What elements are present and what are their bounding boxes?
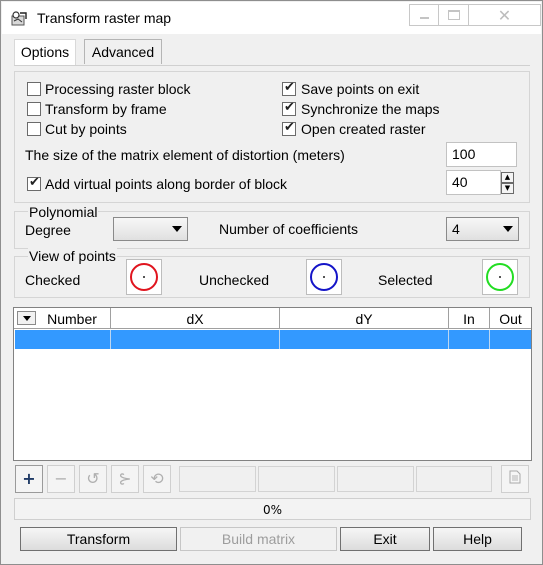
maximize-icon: [448, 10, 460, 20]
degree-select[interactable]: [113, 217, 188, 241]
chevron-down-icon: [23, 316, 31, 321]
selected-label: Selected: [378, 272, 433, 288]
transform-button[interactable]: Transform: [20, 527, 177, 551]
coord-field-1: [179, 466, 256, 492]
build-matrix-button[interactable]: Build matrix: [180, 527, 337, 551]
unchecked-label: Unchecked: [199, 272, 270, 288]
column-number-label: Number: [47, 311, 97, 327]
help-button[interactable]: Help: [433, 527, 522, 551]
open-raster-checkbox[interactable]: ✔: [282, 120, 296, 136]
point-center: [323, 276, 325, 278]
column-dy[interactable]: dY: [280, 308, 449, 329]
virtual-points-checkbox[interactable]: ✔: [27, 175, 41, 191]
synchronize-maps-checkbox[interactable]: ✔: [282, 100, 296, 116]
table-cell: [111, 330, 280, 349]
coefficients-select[interactable]: 4: [446, 217, 519, 241]
document-icon: [509, 470, 521, 484]
chevron-down-icon: [172, 226, 182, 232]
transform-by-frame-checkbox[interactable]: [27, 102, 41, 116]
points-table[interactable]: Number dX dY In Out: [13, 307, 532, 461]
progress-label: 0%: [262, 503, 283, 517]
table-row[interactable]: [15, 330, 531, 349]
add-point-button[interactable]: +: [15, 465, 43, 493]
open-raster-label: Open created raster: [301, 121, 426, 137]
coefficients-value: 4: [452, 221, 460, 237]
unchecked-point-style[interactable]: [306, 259, 342, 295]
checked-point-style[interactable]: [126, 259, 162, 295]
save-points-label: Save points on exit: [301, 81, 420, 97]
checked-label: Checked: [25, 272, 81, 288]
checkmark-icon: ✔: [284, 120, 295, 135]
minimize-button[interactable]: [409, 4, 438, 26]
column-out[interactable]: Out: [490, 308, 531, 329]
maximize-button[interactable]: [438, 4, 468, 26]
chevron-down-icon: [503, 226, 513, 232]
minimize-icon: [420, 17, 429, 19]
progress-bar: 0%: [14, 498, 531, 520]
coefficients-label: Number of coefficients: [219, 221, 359, 237]
close-icon: ✕: [497, 6, 512, 25]
virtual-points-input[interactable]: 40: [446, 170, 501, 195]
transform-by-frame-label: Transform by frame: [45, 101, 167, 117]
document-button[interactable]: [501, 465, 529, 493]
table-header: Number dX dY In Out: [14, 308, 531, 329]
synchronize-maps-label: Synchronize the maps: [301, 101, 440, 117]
processing-block-label: Processing raster block: [45, 81, 191, 97]
checkmark-icon: ✔: [284, 80, 295, 95]
split-button[interactable]: ⊱: [111, 465, 139, 493]
remove-point-button[interactable]: −: [47, 465, 75, 493]
coord-field-2: [258, 466, 335, 492]
table-cell: [280, 330, 449, 349]
processing-block-checkbox[interactable]: [27, 82, 41, 96]
transform-raster-dialog: Transform raster map ✕ Options Advanced …: [0, 0, 543, 565]
column-number[interactable]: Number: [14, 308, 111, 329]
tab-advanced[interactable]: Advanced: [84, 39, 162, 64]
title-bar: Transform raster map ✕: [2, 2, 541, 34]
exit-button[interactable]: Exit: [340, 527, 430, 551]
window-title: Transform raster map: [37, 10, 172, 26]
checkmark-icon: ✔: [29, 175, 40, 190]
point-center: [499, 276, 501, 278]
table-cell: [449, 330, 490, 349]
virtual-points-spinner[interactable]: ▲ ▼: [501, 172, 514, 194]
point-center: [143, 276, 145, 278]
view-of-points-group-label: View of points: [28, 248, 117, 264]
cut-by-points-checkbox[interactable]: [27, 122, 41, 136]
table-cell: [15, 330, 111, 349]
matrix-size-input[interactable]: 100: [446, 142, 517, 167]
column-dx[interactable]: dX: [111, 308, 280, 329]
coord-field-4: [416, 466, 492, 492]
save-points-checkbox[interactable]: ✔: [282, 80, 296, 96]
checkmark-icon: ✔: [284, 100, 295, 115]
redo-button[interactable]: ⟲: [143, 465, 171, 493]
polynomial-group-label: Polynomial: [28, 204, 99, 220]
selected-point-style[interactable]: [482, 259, 518, 295]
rotate-button[interactable]: ↺: [79, 465, 107, 493]
matrix-size-label: The size of the matrix element of distor…: [25, 147, 345, 163]
virtual-points-label: Add virtual points along border of block: [45, 176, 288, 192]
coord-field-3: [337, 466, 414, 492]
tab-options[interactable]: Options: [14, 39, 76, 66]
column-menu-button[interactable]: [17, 311, 36, 325]
spin-down-icon[interactable]: ▼: [501, 183, 514, 194]
degree-label: Degree: [25, 222, 71, 238]
close-button[interactable]: ✕: [468, 4, 541, 26]
column-in[interactable]: In: [449, 308, 490, 329]
spin-up-icon[interactable]: ▲: [501, 172, 514, 183]
app-icon: [11, 11, 27, 26]
cut-by-points-label: Cut by points: [45, 121, 127, 137]
